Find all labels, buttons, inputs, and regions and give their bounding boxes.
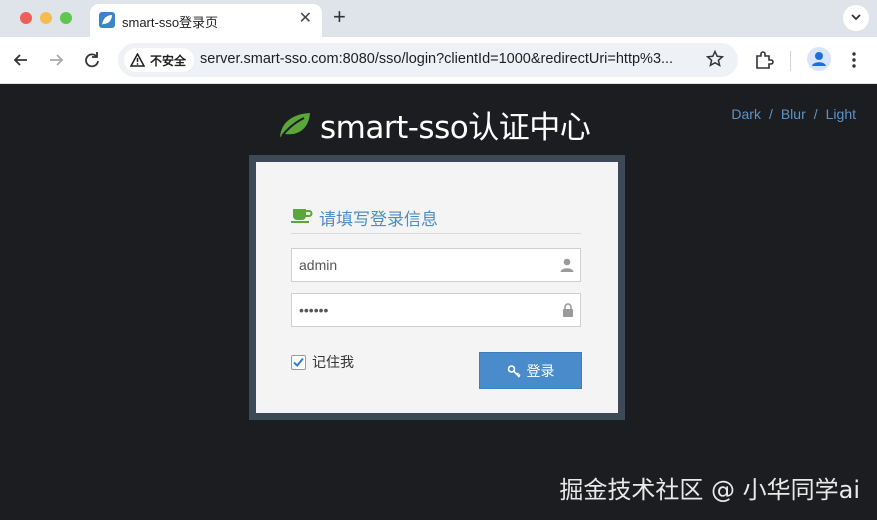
security-label: 不安全 <box>150 53 187 68</box>
login-box: 请填写登录信息 记住我 登录 <box>256 162 618 413</box>
password-input[interactable] <box>292 294 552 326</box>
browser-menu-button[interactable] <box>843 49 865 76</box>
username-input[interactable] <box>292 249 552 281</box>
login-button[interactable]: 登录 <box>479 352 582 389</box>
brand-title: smart-sso认证中心 <box>320 110 591 146</box>
toolbar-divider <box>790 51 791 71</box>
arrow-left-icon <box>13 54 27 66</box>
login-button-label: 登录 <box>526 362 555 379</box>
page-content: smart-sso认证中心 Dark / Blur / Light 请填写登录信息 <box>0 85 877 520</box>
zoom-window-button[interactable] <box>60 12 72 24</box>
remember-checkbox[interactable] <box>291 354 306 370</box>
skin-separator: / <box>768 106 773 122</box>
coffee-cup-icon <box>291 209 313 223</box>
bookmark-star-icon[interactable] <box>705 49 725 73</box>
leaf-logo-icon <box>280 112 310 137</box>
browser-tab[interactable]: smart-sso登录页 ✕ <box>90 4 322 37</box>
reload-icon <box>85 52 99 68</box>
login-box-title: 请填写登录信息 <box>319 210 438 229</box>
tab-close-icon[interactable]: ✕ <box>299 10 312 28</box>
browser-toolbar: 不安全 server.smart-sso.com:8080/sso/login?… <box>0 37 877 84</box>
tab-search-button[interactable] <box>843 5 869 31</box>
user-icon <box>560 258 574 272</box>
login-frame: 请填写登录信息 记住我 登录 <box>249 155 625 420</box>
close-window-button[interactable] <box>20 12 32 24</box>
arrow-right-icon <box>50 54 64 66</box>
key-icon <box>507 364 521 378</box>
username-field <box>291 248 581 282</box>
watermark: 掘金技术社区 @ 小华同学ai <box>559 476 860 504</box>
password-field <box>291 293 581 327</box>
site-info-chip[interactable]: 不安全 <box>124 48 195 72</box>
skin-switcher: Dark / Blur / Light <box>731 106 856 122</box>
chevron-down-icon <box>851 14 861 21</box>
checkmark-icon <box>293 357 304 367</box>
person-icon <box>812 52 826 66</box>
forward-button[interactable] <box>45 49 67 71</box>
remember-me[interactable]: 记住我 <box>291 352 354 372</box>
lock-icon <box>563 303 573 317</box>
puzzle-icon <box>756 51 774 69</box>
extensions-button[interactable] <box>753 49 775 76</box>
back-button[interactable] <box>10 49 32 71</box>
skin-blur-link[interactable]: Blur <box>781 106 806 122</box>
reload-button[interactable] <box>81 49 103 71</box>
minimize-window-button[interactable] <box>40 12 52 24</box>
warning-icon <box>130 53 145 67</box>
url-text[interactable]: server.smart-sso.com:8080/sso/login?clie… <box>200 51 673 67</box>
leaf-favicon-icon <box>99 12 115 28</box>
remember-label: 记住我 <box>312 354 354 370</box>
login-box-header: 请填写登录信息 <box>291 198 581 234</box>
skin-light-link[interactable]: Light <box>826 106 856 122</box>
skin-separator: / <box>813 106 818 122</box>
tab-strip: smart-sso登录页 ✕ + <box>0 0 877 37</box>
address-bar[interactable]: 不安全 server.smart-sso.com:8080/sso/login?… <box>118 43 738 77</box>
skin-dark-link[interactable]: Dark <box>731 106 761 122</box>
tab-title: smart-sso登录页 <box>122 15 219 30</box>
profile-avatar[interactable] <box>807 47 831 71</box>
more-vertical-icon <box>852 52 856 68</box>
new-tab-button[interactable]: + <box>333 5 346 29</box>
brand-header: smart-sso认证中心 <box>278 102 591 147</box>
